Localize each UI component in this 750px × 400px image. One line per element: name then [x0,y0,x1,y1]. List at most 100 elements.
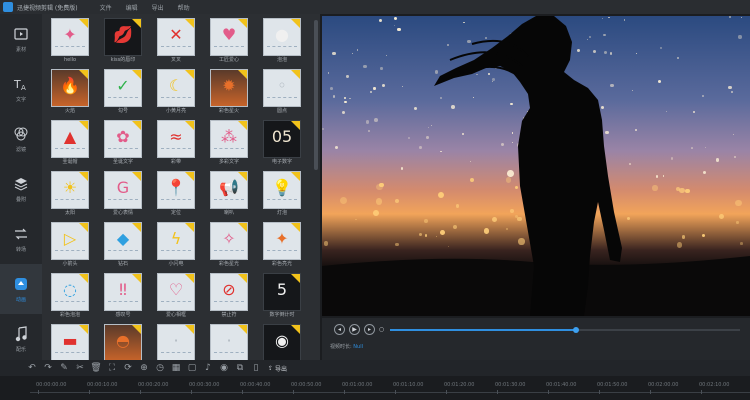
effect-track-line [214,250,244,252]
mosaic-icon[interactable]: ▦ [168,360,184,376]
effect-glyph-icon: ● [275,25,289,44]
effect-label: 感叹号 [115,312,131,318]
redo-icon[interactable]: ↷ [40,360,56,376]
timeline[interactable]: 00:00:00.00 00:00:10.00 00:00:20.00 00:00:3… [0,376,750,400]
effect-preview: ▬ [51,324,89,360]
effect-thumbnail[interactable]: 📍 定位 [157,171,195,219]
effect-track-line [267,97,297,99]
effect-preview: ♡ [157,273,195,311]
sidebar: 素材 T A 文字 滤镜 叠附 转场 动画配乐 [0,14,42,360]
effect-glyph-icon: ☾ [168,76,184,95]
play-icon: ▶ [352,326,357,333]
effect-thumbnail[interactable]: ⊘ 禁止符 [210,273,248,321]
effect-thumbnail[interactable]: ✧ 彩色星光 [210,222,248,270]
sidebar-item-1[interactable]: T A 文字 [0,64,42,114]
effect-thumbnail[interactable]: 5 数字倒计时 [263,273,301,321]
effect-thumbnail[interactable]: ✹ 彩色星火 [210,69,248,117]
effect-thumbnail[interactable]: ·光点 [210,324,248,360]
menu-edit[interactable]: 编辑 [126,3,138,12]
undo-icon[interactable]: ↶ [24,360,40,376]
effect-label: 彩色泡泡 [59,312,80,318]
audio-icon[interactable]: ♪ [200,360,216,376]
prev-button[interactable]: ◂ [334,324,345,335]
effect-thumbnail[interactable]: ◦ 圆点 [263,69,301,117]
effect-preview: ϟ [157,222,195,260]
play-button[interactable]: ▶ [349,324,360,335]
stop-button[interactable]: ○ [376,324,387,335]
effect-thumbnail[interactable]: ‼ 感叹号 [104,273,142,321]
effect-thumbnail[interactable]: ✦ 彩色亮光 [263,222,301,270]
effect-label: hello [63,57,77,63]
progress-bar[interactable] [390,327,740,333]
effect-thumbnail[interactable]: ◆ 钻石 [104,222,142,270]
rotate-icon[interactable]: ⟳ [120,360,136,376]
progress-knob[interactable] [572,327,579,333]
sidebar-item-2[interactable]: 滤镜 [0,114,42,164]
effect-thumbnail[interactable]: 💡 灯泡 [263,171,301,219]
vip-badge-icon [79,70,88,79]
effect-thumbnail[interactable]: ✿ 圣诞文字 [104,120,142,168]
effect-glyph-icon: ◉ [275,331,289,350]
effect-thumbnail[interactable]: ◓夕阳 [104,324,142,360]
edit-icon[interactable]: ✎ [56,360,72,376]
timeline-tick [395,390,396,394]
effect-thumbnail[interactable]: ♡ 爱心相框 [157,273,195,321]
effect-track-line [267,250,297,252]
effect-thumbnail[interactable]: ♥ 工匠爱心 [210,18,248,66]
effect-thumbnail[interactable]: 📢 喇叭 [210,171,248,219]
effect-thumbnail[interactable]: ✕ 叉叉 [157,18,195,66]
timeline-tick-label: 00:02:00.00 [648,382,679,388]
delete-icon[interactable]: 🗑 [88,360,104,376]
speed-icon[interactable]: ◷ [152,360,168,376]
effect-thumbnail[interactable]: 05 电子数字 [263,120,301,168]
effect-thumbnail[interactable]: ▷ 小箭头 [51,222,89,270]
cut-icon[interactable]: ✂ [72,360,88,376]
zoom-icon[interactable]: ⊕ [136,360,152,376]
frame-icon[interactable]: ▢ [184,360,200,376]
effect-thumbnail[interactable]: ⁂ 多彩文字 [210,120,248,168]
vip-badge-icon [79,172,88,181]
effect-glyph-icon: ✹ [222,76,236,95]
effect-thumbnail[interactable]: ◌ 彩色泡泡 [51,273,89,321]
menu-export[interactable]: 导出 [152,3,164,12]
sidebar-item-5[interactable]: 动画 [0,264,42,314]
panel-scrollbar[interactable] [314,20,318,170]
crop-icon[interactable]: ⛶ [104,360,120,376]
effect-thumbnail[interactable]: ✦ hello [51,18,89,66]
effect-label: 多彩文字 [218,159,239,165]
sidebar-item-0[interactable]: 素材 [0,14,42,64]
effect-thumbnail[interactable]: 🔥 火焰 [51,69,89,117]
effect-thumbnail[interactable]: ☾ 小黄月亮 [157,69,195,117]
sidebar-item-label: 配乐 [15,347,26,353]
effect-label: 定位 [170,210,181,216]
effect-thumbnail[interactable]: ▬红色横幅 [51,324,89,360]
sidebar-item-6[interactable]: 配乐 [0,314,42,364]
phone-icon[interactable]: ▯ [248,360,264,376]
effect-thumbnail[interactable]: ≈ 彩带 [157,120,195,168]
effect-label: 爱心相框 [165,312,186,318]
record-icon[interactable]: ◉ [216,360,232,376]
export-icon: ⇪ [268,364,274,372]
next-button[interactable]: ▸ [364,324,375,335]
effect-preview: ♥ [210,18,248,56]
copy-icon[interactable]: ⧉ [232,360,248,376]
effect-thumbnail[interactable]: ● 泡泡 [263,18,301,66]
menu-help[interactable]: 帮助 [178,3,190,12]
text-icon: TA [12,75,30,93]
effect-thumbnail[interactable]: ☀ 太阳 [51,171,89,219]
sidebar-item-4[interactable]: 转场 [0,214,42,264]
effect-thumbnail[interactable]: ·星光 [157,324,195,360]
sidebar-item-3[interactable]: 叠附 [0,164,42,214]
effect-thumbnail[interactable]: ▲ 圣诞帽 [51,120,89,168]
effect-glyph-icon: ⊘ [222,280,236,299]
menu-file[interactable]: 文件 [100,3,112,12]
effect-thumbnail[interactable]: ◉旋转 [263,324,301,360]
effect-thumbnail[interactable]: ✓ 勾号 [104,69,142,117]
effect-track-line [108,97,138,99]
export-button[interactable]: ⇪ 导出 [268,364,287,373]
effect-preview: ◉ [263,324,301,360]
progress-fill [390,329,576,331]
effect-thumbnail[interactable]: ϟ 小闪电 [157,222,195,270]
effect-thumbnail[interactable]: G 爱心表情 [104,171,142,219]
effect-thumbnail[interactable]: 💋 kiss的唇印 [104,18,142,66]
